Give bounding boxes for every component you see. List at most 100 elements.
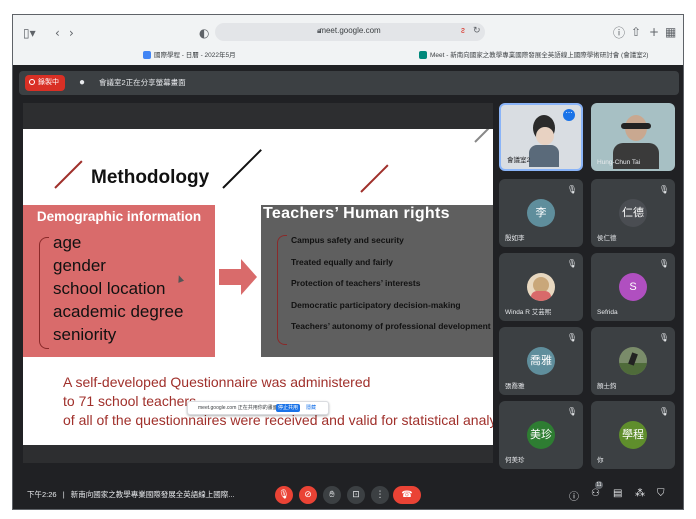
participant-name: 殷如李 <box>505 235 525 242</box>
camera-toggle-button[interactable]: ⊘ <box>299 486 317 504</box>
more-vert-icon: ⋮ <box>375 490 385 500</box>
mic-toggle-button[interactable]: 🎙︎ <box>275 486 293 504</box>
participant-name: Sefrida <box>597 309 618 316</box>
mic-off-icon: 🎙︎ <box>566 185 577 194</box>
activities-icon[interactable]: ⁂ <box>635 488 645 499</box>
chat-icon[interactable]: ▤ <box>613 488 622 499</box>
share-icon[interactable]: ⇧ <box>631 25 641 39</box>
shield-icon[interactable]: ◐ <box>199 26 209 40</box>
forward-icon[interactable]: › <box>69 26 74 40</box>
present-button[interactable]: ⊡ <box>347 486 365 504</box>
participant-name: 張喬雅 <box>505 383 525 390</box>
present-icon: ⊡ <box>352 490 360 500</box>
people-icon[interactable]: ⚇ <box>591 488 600 499</box>
list-item: Teachers’ autonomy of professional devel… <box>291 321 491 331</box>
avatar-photo <box>527 273 555 301</box>
avatar: 李 <box>527 199 555 227</box>
back-icon[interactable]: ‹ <box>55 26 60 40</box>
mic-off-icon: 🎙︎ <box>658 333 669 342</box>
calendar-favicon-icon <box>143 51 151 60</box>
list-item: Treated equally and fairly <box>291 256 394 267</box>
mic-off-icon: 🎙︎ <box>658 185 669 194</box>
participant-tile[interactable]: 🎙︎ 美珍 何美珍 <box>499 401 583 469</box>
footnote-line: A self-developed Questionnaire was admin… <box>63 374 371 390</box>
video-glasses <box>621 123 651 129</box>
participant-tile[interactable]: 🎙︎ 學程 你 <box>591 401 675 469</box>
tab-label: 國際學程 - 日曆 - 2022年5月 <box>154 52 236 59</box>
avatar: 喬雅 <box>527 347 555 375</box>
meeting-info: 下午2:26 | 新南向國家之教學專業國際發展全英語線上國際... <box>27 489 235 500</box>
participant-tile[interactable]: ⋯ 會議室2 <box>499 103 583 171</box>
recording-label: 錄製中 <box>38 79 59 86</box>
bracket-decor <box>277 235 287 345</box>
list-item: academic degree <box>53 302 184 321</box>
participant-tile[interactable]: 🎙︎ 喬雅 張喬雅 <box>499 327 583 395</box>
demographic-box: Demographic information age gender schoo… <box>23 205 215 357</box>
leave-call-button[interactable]: ☎︎ <box>393 486 421 504</box>
mic-off-icon: 🎙︎ <box>658 407 669 416</box>
decor-slash <box>54 160 83 189</box>
list-item: age <box>53 233 82 252</box>
participant-name: 你 <box>597 457 604 464</box>
recording-badge[interactable]: 錄製中 <box>25 75 65 91</box>
video-body <box>529 145 559 167</box>
info-icon[interactable]: ⓘ <box>569 488 579 503</box>
meeting-title: 新南向國家之教學專業國際發展全英語線上國際... <box>70 490 235 499</box>
sharing-notification: meet.google.com 正在共用你的畫面。 停止共用 隱藏 <box>187 401 329 415</box>
sharing-text: meet.google.com 正在共用你的畫面。 <box>198 405 283 411</box>
participant-name: 顏士鈞 <box>597 383 617 390</box>
raise-hand-button[interactable]: ✋︎ <box>323 486 341 504</box>
presentation-stage: Methodology Demographic information age … <box>23 103 493 463</box>
plus-icon[interactable]: + <box>649 25 659 39</box>
rights-box: Teachers’ Human rights Campus safety and… <box>261 205 493 357</box>
list-item: Democratic participatory decision-making <box>291 299 461 310</box>
tab-meet[interactable]: Meet - 新南向國家之教學專業國際發展全英語線上國際學術研討會 (會議室2) <box>419 47 648 65</box>
demographic-list: age gender school location academic degr… <box>53 231 183 346</box>
participant-tile[interactable]: 🎙︎ Winda R 艾芸熙 <box>499 253 583 321</box>
decor-slash <box>474 129 493 143</box>
stop-sharing-button[interactable]: 停止共用 <box>276 404 300 412</box>
grid-icon[interactable]: ▦ <box>665 25 676 39</box>
presenting-status: 會議室2正在分享螢幕畫面 <box>99 78 186 87</box>
separator: | <box>62 490 65 499</box>
avatar-photo <box>619 347 647 375</box>
participant-tile[interactable]: 🎙︎ 仁德 侯仁德 <box>591 179 675 247</box>
rights-heading: Teachers’ Human rights <box>263 205 450 222</box>
avatar: 仁德 <box>619 199 647 227</box>
participant-tile[interactable]: 🎙︎ 李 殷如李 <box>499 179 583 247</box>
tab-calendar[interactable]: 國際學程 - 日曆 - 2022年5月 <box>143 47 236 65</box>
avatar: 美珍 <box>527 421 555 449</box>
more-options-button[interactable]: ⋮ <box>371 486 389 504</box>
person-icon: ● <box>78 77 86 88</box>
decor-slash <box>222 149 262 189</box>
video-face <box>536 127 554 145</box>
slide-title: Methodology <box>91 167 210 188</box>
list-item: seniority <box>53 325 117 344</box>
demographic-heading: Demographic information <box>36 209 202 224</box>
meeting-controls-bar: 下午2:26 | 新南向國家之教學專業國際發展全英語線上國際... 🎙︎ ⊘ ✋… <box>13 479 683 509</box>
participant-tile[interactable]: 🎙︎ S Sefrida <box>591 253 675 321</box>
download-icon[interactable]: ⓘ <box>613 26 625 40</box>
participant-tile[interactable]: Hung-Chun Tai <box>591 103 675 171</box>
decor-slash <box>360 164 389 193</box>
meet-top-bar: 錄製中 ● 會議室2正在分享螢幕畫面 <box>19 71 679 95</box>
browser-chrome: ▯▾ ‹ › ◐ 🔒︎ meet.google.com ᴤ ↻ ⓘ ⇧ + ▦ … <box>13 15 683 65</box>
sidebar-icon[interactable]: ▯▾ <box>23 26 36 40</box>
tab-label: Meet - 新南向國家之教學專業國際發展全英語線上國際學術研討會 (會議室2) <box>430 52 649 59</box>
rights-list: Campus safety and security Treated equal… <box>291 235 493 343</box>
more-options-icon[interactable]: ⋯ <box>563 109 575 121</box>
hide-button[interactable]: 隱藏 <box>306 402 316 414</box>
reload-icon[interactable]: ↻ <box>473 25 481 36</box>
mic-off-icon: 🎙︎ <box>566 407 577 416</box>
mic-off-icon: 🎙︎ <box>278 490 290 500</box>
participant-tile[interactable]: 🎙︎ 顏士鈞 <box>591 327 675 395</box>
extension-icon[interactable]: ᴤ <box>461 25 465 35</box>
list-item: gender <box>53 256 106 275</box>
address-bar[interactable]: 🔒︎ meet.google.com ᴤ ↻ <box>215 23 485 41</box>
tab-strip: 國際學程 - 日曆 - 2022年5月 Meet - 新南向國家之教學專業國際發… <box>13 47 683 65</box>
shared-slide: Methodology Demographic information age … <box>23 129 493 445</box>
participant-name: 何美珍 <box>505 457 525 464</box>
list-item: Protection of teachers’ interests <box>291 278 421 288</box>
host-controls-icon[interactable]: ⛉ <box>657 488 665 499</box>
mic-off-icon: 🎙︎ <box>566 333 577 342</box>
